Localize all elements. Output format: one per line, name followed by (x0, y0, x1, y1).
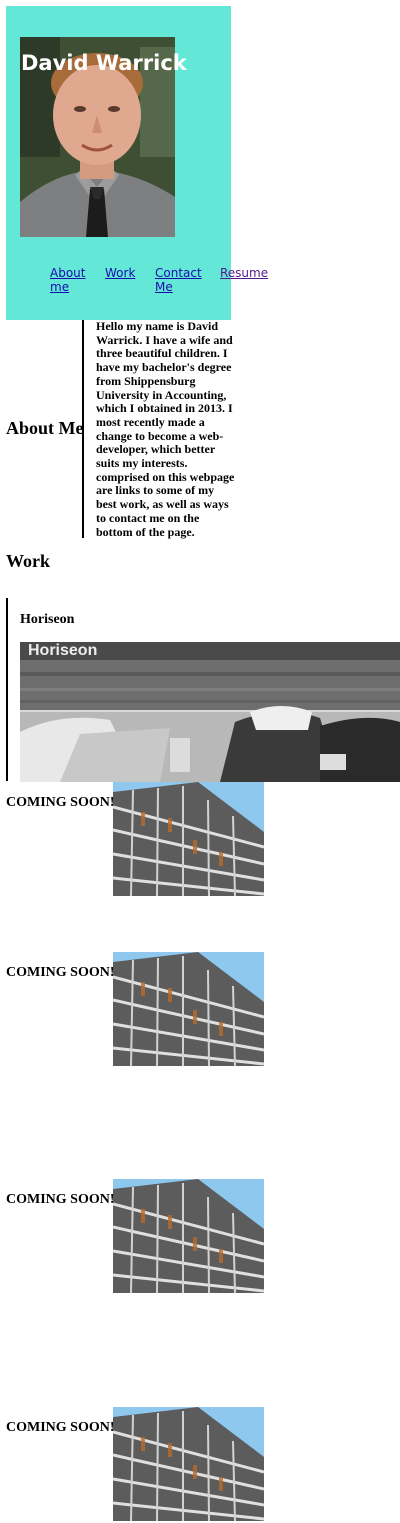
about-text: Hello my name is David Warrick. I have a… (96, 319, 235, 539)
nav-link-contact-me[interactable]: Contact Me (155, 266, 202, 294)
coming-soon-image-4 (113, 1407, 264, 1521)
coming-soon-label-3: COMING SOON! (6, 1192, 115, 1207)
coming-soon-image-3 (113, 1179, 264, 1293)
coming-soon-label-1: COMING SOON! (6, 795, 115, 810)
about-divider (82, 320, 84, 538)
site-owner-name: David Warrick (21, 51, 187, 76)
project-image-horiseon-logo: Horiseon (28, 642, 97, 659)
work-heading: Work (6, 551, 51, 571)
nav-link-about-me[interactable]: About me (50, 266, 85, 294)
coming-soon-label-4: COMING SOON! (6, 1420, 115, 1435)
nav-link-work[interactable]: Work (105, 266, 135, 280)
project-title-horiseon: Horiseon (20, 612, 75, 627)
coming-soon-label-2: COMING SOON! (6, 965, 115, 980)
nav-link-contact-me-line2: Me (155, 280, 173, 294)
nav-link-work-label: Work (105, 266, 136, 280)
work-divider (6, 598, 8, 781)
nav-link-about-me-line1: About (50, 266, 86, 280)
hero-header: David Warrick About me Work Contact Me R… (6, 6, 268, 320)
coming-soon-image-1 (113, 782, 264, 896)
nav-link-resume[interactable]: Resume (220, 266, 268, 280)
about-heading: About Me (6, 418, 84, 438)
nav-link-about-me-line2: me (50, 280, 70, 294)
coming-soon-image-2 (113, 952, 264, 1066)
project-image-horiseon[interactable]: Horiseon (20, 642, 400, 782)
nav-link-resume-label: Resume (220, 266, 269, 280)
nav-link-contact-me-line1: Contact (155, 266, 202, 280)
